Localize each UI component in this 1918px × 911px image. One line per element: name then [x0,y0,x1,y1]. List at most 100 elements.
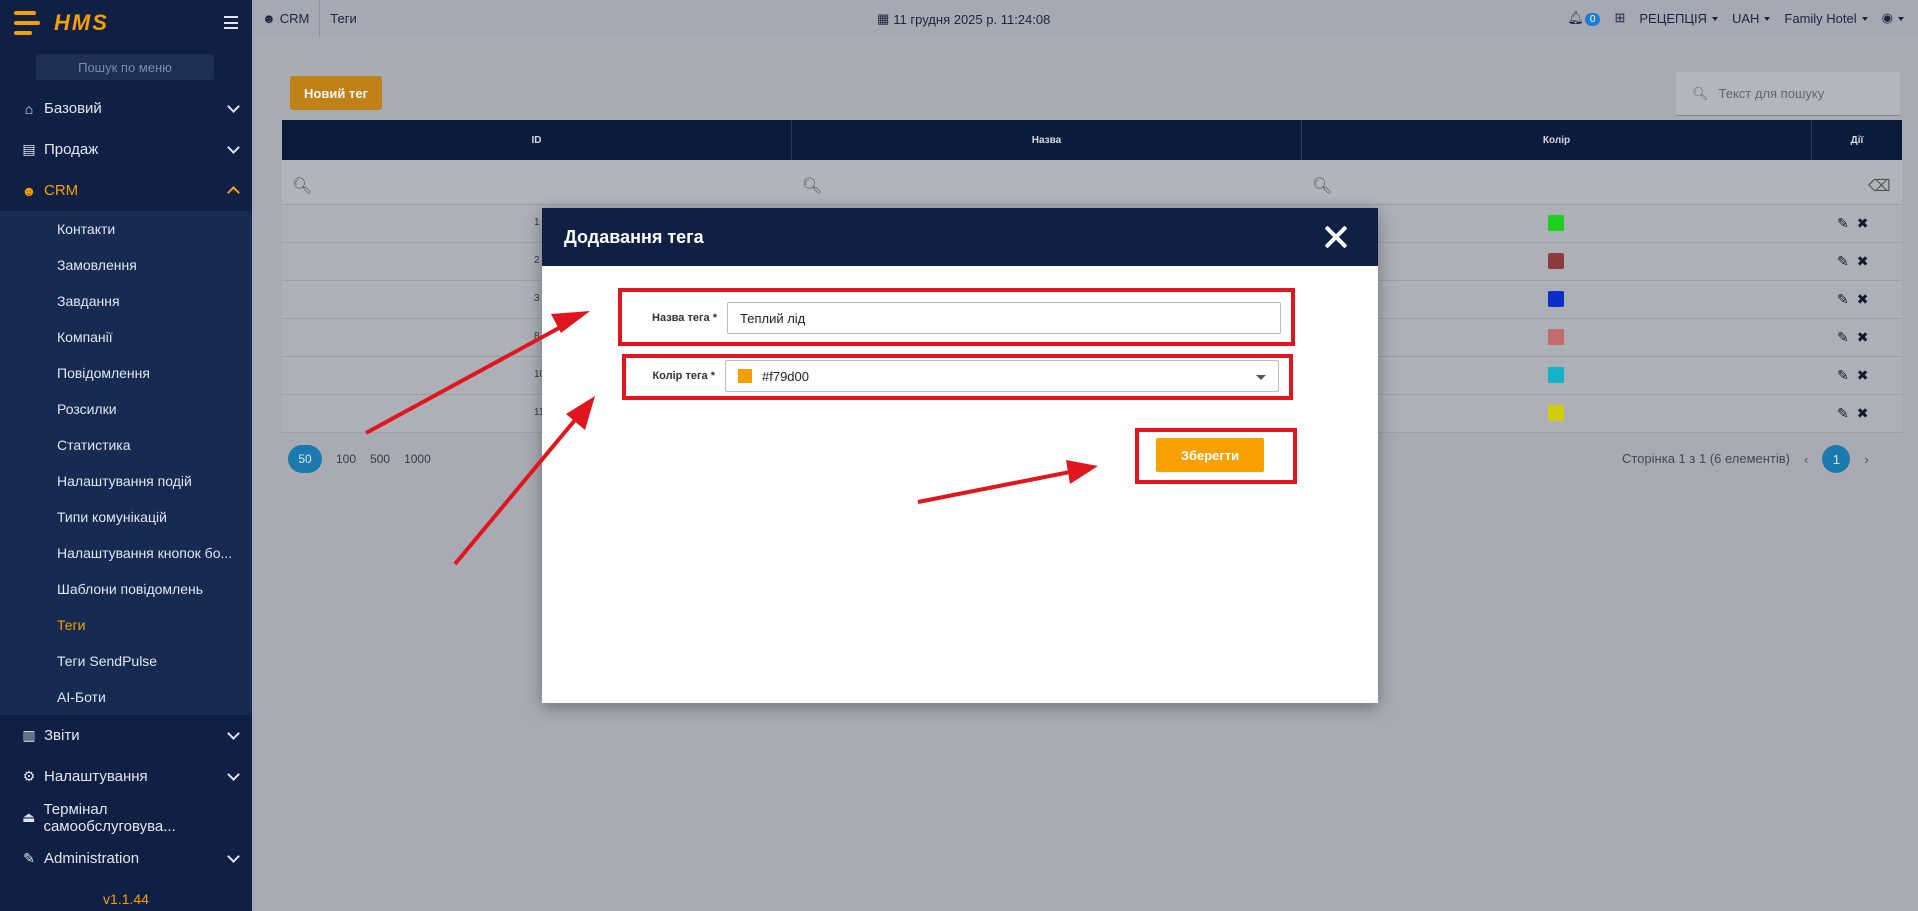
search-placeholder: Текст для пошуку [1718,86,1825,101]
pager-info: Сторінка 1 з 1 (6 елементів) [1622,451,1791,466]
pager-nav: ‹ 1 › [1804,445,1869,473]
sidebar-item-basic[interactable]: ⌂ Базовий [0,88,252,129]
sidebar-subitem-sendpulse-tags[interactable]: Теги SendPulse [0,643,252,679]
page-size-500[interactable]: 500 [370,452,390,466]
pencil-icon[interactable]: ✎ [1837,367,1849,384]
grid-header: ID Назва Колір Дії [282,120,1902,160]
search-icon[interactable]: 🔍︎ [1312,176,1332,196]
user-menu[interactable]: ◉ [1882,10,1904,26]
wallet-icon: ▤ [22,141,36,157]
sidebar-item-label: Звіти [44,727,80,744]
close-icon[interactable]: ✖ [1857,253,1869,270]
sidebar-item-reports[interactable]: ▥ Звіти [0,715,252,756]
home-icon: ⌂ [24,100,34,117]
close-icon[interactable]: ✖ [1857,405,1869,422]
highlight-save [1135,428,1297,484]
eraser-icon[interactable]: ⌫ [1868,176,1891,196]
color-swatch [1548,329,1564,345]
dialog-header: Додавання тега [542,208,1378,266]
role-dropdown[interactable]: РЕЦЕПЦІЯ [1639,11,1718,26]
notifications-button[interactable]: 🔔︎ 0 [1567,10,1601,26]
column-header-name[interactable]: Назва [792,120,1302,160]
logo-icon [14,11,40,35]
close-icon[interactable]: ✖ [1857,367,1869,384]
color-swatch [1548,367,1564,383]
sidebar-item-label: Базовий [44,100,102,117]
sidebar-subitem-tags[interactable]: Теги [0,607,252,643]
chevron-right-icon[interactable]: › [1864,452,1868,467]
pencil-icon[interactable]: ✎ [1837,405,1849,422]
users-icon: ☻ [21,182,37,199]
sidebar-subitem-orders[interactable]: Замовлення [0,247,252,283]
search-icon: 🔍︎ [1692,85,1709,101]
breadcrumb-tags: Теги [330,10,357,26]
close-icon[interactable] [1324,225,1348,249]
role-label: РЕЦЕПЦІЯ [1639,10,1707,26]
chevron-down-icon [227,768,240,781]
sidebar-subitem-companies[interactable]: Компанії [0,319,252,355]
sidebar-subitem-event-settings[interactable]: Налаштування подій [0,463,252,499]
color-swatch [1548,253,1564,269]
close-icon[interactable]: ✖ [1857,215,1869,232]
app-version: v1.1.44 [103,891,149,907]
hotel-label: Family Hotel [1784,10,1857,26]
sidebar-subitem-bot-buttons[interactable]: Налаштування кнопок бо... [0,535,252,571]
dialog-title: Додавання тега [564,226,704,247]
search-icon[interactable]: 🔍︎ [802,176,822,196]
page-size-100[interactable]: 100 [336,452,356,466]
hotel-dropdown[interactable]: Family Hotel [1784,10,1868,26]
chevron-down-icon [227,850,240,863]
sidebar-item-terminal[interactable]: ⏏ Термінал самообслуговува... [0,797,252,838]
sidebar-subitem-communication-types[interactable]: Типи комунікацій [0,499,252,535]
chevron-left-icon[interactable]: ‹ [1804,452,1808,467]
chevron-down-icon [227,727,240,740]
row-id: 2 [534,255,540,266]
caret-down-icon [1898,16,1904,21]
sidebar-subitem-contacts[interactable]: Контакти [0,211,252,247]
grid-search-input[interactable]: 🔍︎ Текст для пошуку [1676,72,1900,116]
pencil-icon[interactable]: ✎ [1837,291,1849,308]
crm-submenu: Контакти Замовлення Завдання Компанії По… [0,211,252,715]
column-header-actions: Дії [1850,134,1864,146]
wrench-icon: ✎ [23,850,35,866]
new-tag-button[interactable]: Новий тег [290,76,382,110]
page-size-50[interactable]: 50 [288,445,322,473]
page-size-1000[interactable]: 1000 [404,452,431,466]
sidebar-item-administration[interactable]: ✎ Administration [0,838,252,879]
caret-down-icon [1861,17,1868,22]
sidebar-subitem-ai-bots[interactable]: AI-Боти [0,679,252,715]
close-icon[interactable]: ✖ [1857,291,1869,308]
menu-search-input[interactable]: Пошук по меню [36,54,214,80]
sidebar-item-label: Продаж [44,141,99,158]
sidebar-item-label: Налаштування [44,768,148,785]
color-swatch [1548,215,1564,231]
menu-toggle-icon[interactable] [224,16,238,29]
breadcrumb-crm[interactable]: ☻ CRM [252,0,321,36]
currency-label: UAH [1731,10,1760,26]
pencil-icon[interactable]: ✎ [1837,329,1849,346]
sidebar-subitem-statistics[interactable]: Статистика [0,427,252,463]
currency-dropdown[interactable]: UAH [1731,10,1771,26]
pencil-icon[interactable]: ✎ [1837,253,1849,270]
sidebar-item-settings[interactable]: ⚙ Налаштування [0,756,252,797]
color-swatch [1548,291,1564,307]
page-button-current[interactable]: 1 [1822,445,1851,473]
column-header-id[interactable]: ID [282,120,792,160]
sidebar-subitem-mailings[interactable]: Розсилки [0,391,252,427]
sitemap-icon[interactable]: ⊞ [1614,10,1625,26]
sidebar: HMS Пошук по меню ⌂ Базовий ▤ Продаж ☻ C… [0,0,252,911]
sidebar-subitem-messages[interactable]: Повідомлення [0,355,252,391]
sidebar-item-sales[interactable]: ▤ Продаж [0,129,252,170]
sidebar-item-crm[interactable]: ☻ CRM [0,170,252,211]
search-icon[interactable]: 🔍︎ [292,176,312,196]
bell-desk-icon: ⏏ [22,809,36,825]
row-id: 1 [534,217,540,228]
pencil-icon[interactable]: ✎ [1837,215,1849,232]
logo-row: HMS [0,0,252,46]
sidebar-subitem-message-templates[interactable]: Шаблони повідомлень [0,571,252,607]
sidebar-subitem-tasks[interactable]: Завдання [0,283,252,319]
current-datetime: ▦ 11 грудня 2025 р. 11:24:08 [877,11,1050,27]
column-header-color[interactable]: Колір [1302,120,1812,160]
close-icon[interactable]: ✖ [1857,329,1869,346]
color-swatch [1548,405,1564,421]
